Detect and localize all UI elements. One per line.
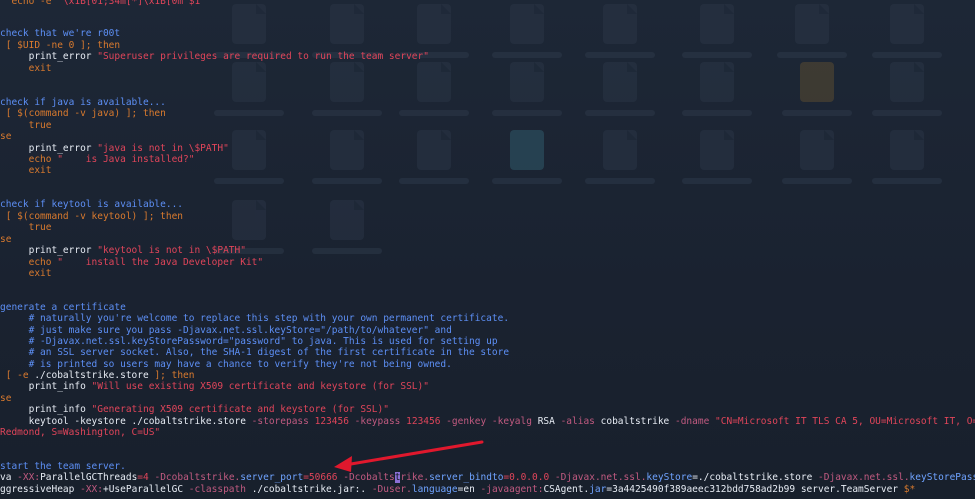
- red-arrow-annotation: [334, 440, 484, 472]
